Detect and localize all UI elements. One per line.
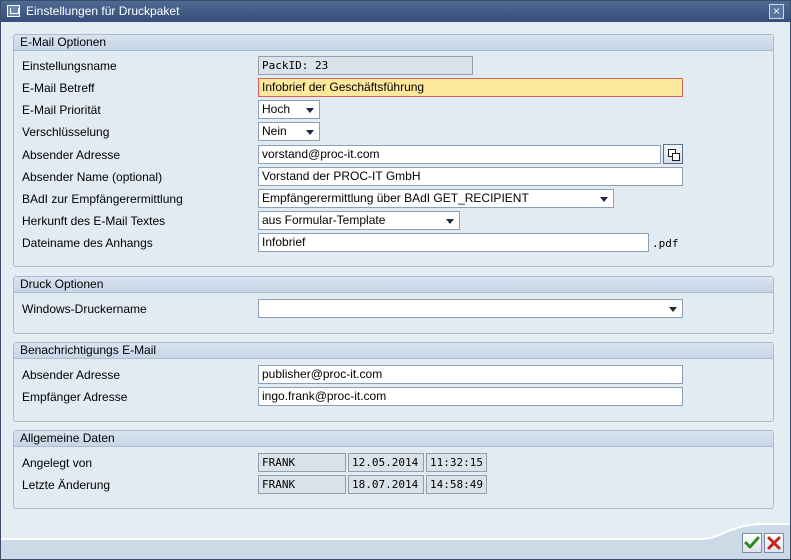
attachment-suffix: .pdf <box>652 237 679 250</box>
attachment-name-input[interactable]: Infobrief <box>258 233 649 252</box>
copy-icon[interactable] <box>663 144 683 164</box>
email-options-header: E-Mail Optionen <box>14 35 773 51</box>
general-data-group: Allgemeine Daten Angelegt von FRANK 12.0… <box>13 430 774 509</box>
created-user-field: FRANK <box>258 453 346 472</box>
sender-name-label: Absender Name (optional) <box>22 170 163 184</box>
created-date-field: 12.05.2014 <box>348 453 424 472</box>
print-options-header: Druck Optionen <box>14 277 773 293</box>
window-title: Einstellungen für Druckpaket <box>26 4 180 18</box>
encryption-label: Verschlüsselung <box>22 125 110 139</box>
printer-label: Windows-Druckername <box>22 302 147 316</box>
changed-date-field: 18.07.2014 <box>348 475 424 494</box>
changed-label: Letzte Änderung <box>22 478 111 492</box>
priority-label: E-Mail Priorität <box>22 103 101 117</box>
general-data-header: Allgemeine Daten <box>14 431 773 447</box>
encryption-select[interactable]: Nein <box>258 122 320 141</box>
text-source-label: Herkunft des E-Mail Textes <box>22 214 166 228</box>
text-source-select[interactable]: aus Formular-Template <box>258 211 460 230</box>
notification-sender-input[interactable]: publisher@proc-it.com <box>258 365 683 384</box>
setting-name-field: PackID: 23 <box>258 56 473 75</box>
notification-group: Benachrichtigungs E-Mail Absender Adress… <box>13 342 774 422</box>
badi-label: BAdI zur Empfängerermittlung <box>22 192 183 206</box>
copy-icon-front <box>672 153 680 161</box>
created-time-field: 11:32:15 <box>426 453 487 472</box>
footer-decoration <box>1 523 790 559</box>
checkmark-icon <box>744 536 760 549</box>
cancel-icon <box>767 536 781 550</box>
window-icon <box>7 5 20 17</box>
email-options-group: E-Mail Optionen Einstellungsname PackID:… <box>13 34 774 267</box>
subject-input[interactable]: Infobrief der Geschäftsführung <box>258 78 683 97</box>
close-icon[interactable]: × <box>769 4 784 19</box>
ok-button[interactable] <box>742 533 762 553</box>
setting-name-label: Einstellungsname <box>22 59 117 73</box>
title-bar: Einstellungen für Druckpaket × <box>1 1 790 22</box>
sender-address-label: Absender Adresse <box>22 148 121 162</box>
notification-recipient-input[interactable]: ingo.frank@proc-it.com <box>258 387 683 406</box>
notification-header: Benachrichtigungs E-Mail <box>14 343 773 359</box>
notification-sender-label: Absender Adresse <box>22 368 121 382</box>
subject-label: E-Mail Betreff <box>22 81 95 95</box>
created-label: Angelegt von <box>22 456 93 470</box>
badi-select[interactable]: Empfängerermittlung über BAdI GET_RECIPI… <box>258 189 614 208</box>
changed-time-field: 14:58:49 <box>426 475 487 494</box>
printer-select[interactable] <box>258 299 683 318</box>
print-options-group: Druck Optionen Windows-Druckername <box>13 276 774 334</box>
sender-address-input[interactable]: vorstand@proc-it.com <box>258 145 661 164</box>
cancel-button[interactable] <box>764 533 784 553</box>
priority-select[interactable]: Hoch <box>258 100 320 119</box>
changed-user-field: FRANK <box>258 475 346 494</box>
settings-dialog: Einstellungen für Druckpaket × E-Mail Op… <box>0 0 791 560</box>
notification-recipient-label: Empfänger Adresse <box>22 390 128 404</box>
sender-name-input[interactable]: Vorstand der PROC-IT GmbH <box>258 167 683 186</box>
attachment-name-label: Dateiname des Anhangs <box>22 236 153 250</box>
